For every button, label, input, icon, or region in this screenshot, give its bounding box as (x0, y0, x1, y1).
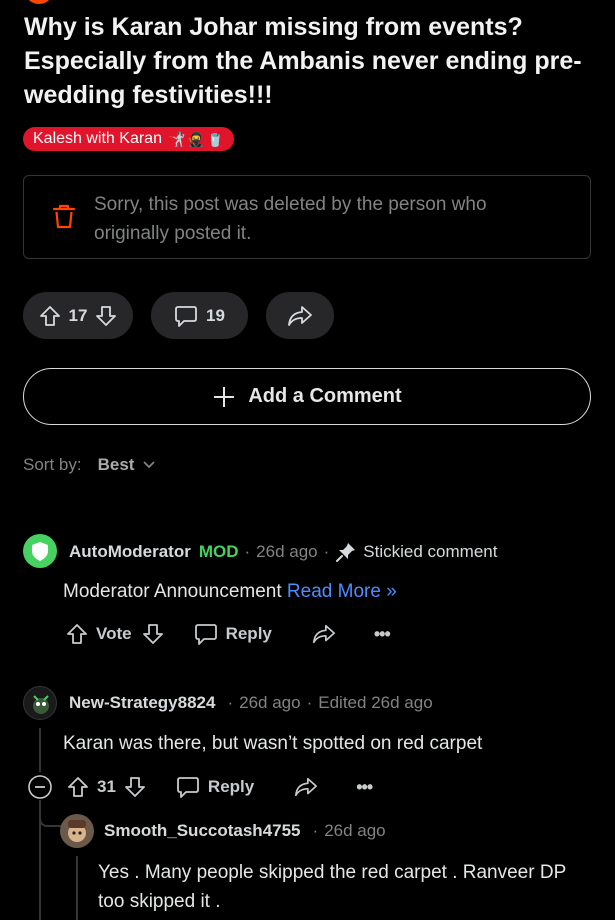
flair-emojis: 🤺 🥷 🥤 (168, 127, 224, 151)
sort-label: Sort by: (23, 455, 82, 474)
reply-bubble-icon (194, 624, 217, 645)
comment-body: Yes . Many people skipped the red carpet… (98, 862, 566, 912)
comment-actions: 31 Reply ••• (27, 774, 373, 800)
comment-bubble-icon (175, 305, 197, 327)
add-comment-label: Add a Comment (248, 385, 402, 407)
chevron-down-icon (143, 461, 156, 469)
flair-emoji-fencer: 🤺 (167, 131, 186, 147)
user-avatar-icon (33, 695, 49, 714)
subreddit-avatar[interactable] (24, 0, 54, 4)
comment-age: 26d ago (256, 542, 318, 561)
trash-icon (52, 204, 76, 229)
comment-username[interactable]: New-Strategy8824 (69, 693, 215, 713)
comment-username[interactable]: Smooth_Succotash4755 (104, 821, 301, 841)
vote-button[interactable]: Vote (66, 623, 132, 645)
read-more-link[interactable]: Read More » (287, 581, 397, 602)
plus-icon (214, 386, 235, 407)
share-icon[interactable] (312, 623, 336, 645)
separator-dot: · (306, 693, 313, 712)
comment-age: 26d ago (239, 693, 301, 712)
comments-button[interactable]: 19 (151, 292, 248, 339)
sort-value: Best (97, 455, 135, 474)
more-options-icon[interactable]: ••• (356, 777, 373, 798)
upvote-icon[interactable] (39, 305, 61, 327)
vote-label: Vote (96, 624, 132, 643)
comment-username[interactable]: AutoModerator (69, 542, 191, 562)
vote-count: 31 (97, 777, 116, 796)
pin-icon (336, 543, 356, 562)
avatar[interactable] (60, 814, 94, 848)
avatar[interactable] (23, 534, 57, 568)
comment-count: 19 (206, 305, 225, 325)
add-comment-button[interactable]: Add a Comment (23, 368, 591, 425)
mod-badge: MOD (198, 542, 239, 561)
shield-icon (32, 542, 48, 561)
vote-bar: 31 (67, 776, 146, 798)
user-avatar-icon (68, 820, 86, 842)
thread-line[interactable] (76, 856, 78, 920)
comment-age: 26d ago (324, 821, 386, 840)
deleted-post-notice: Sorry, this post was deleted by the pers… (23, 175, 591, 259)
comment-header: Smooth_Succotash4755 · 26d ago (104, 821, 386, 841)
reply-bubble-icon (177, 777, 199, 798)
flair-emoji-drink: 🥤 (206, 131, 225, 147)
stickied-label: Stickied comment (363, 542, 498, 561)
downvote-icon[interactable] (95, 305, 117, 327)
separator-dot: · (312, 821, 319, 840)
comment-text: Moderator Announcement (63, 581, 282, 602)
comment-header: AutoModerator MOD · 26d ago · Stickied c… (69, 541, 497, 563)
reply-label: Reply (207, 777, 255, 796)
flair-label: Kalesh with Karan (33, 130, 162, 147)
downvote-icon[interactable] (142, 623, 164, 645)
post-vote-count: 17 (68, 305, 88, 325)
share-button[interactable] (266, 292, 334, 339)
separator-dot: · (244, 542, 251, 561)
thread-line[interactable] (39, 728, 41, 772)
edited-label: Edited 26d ago (318, 693, 433, 712)
reply-label: Reply (225, 624, 272, 643)
avatar[interactable] (23, 686, 57, 720)
more-options-icon[interactable]: ••• (374, 624, 391, 645)
sort-dropdown[interactable]: Sort by: Best (23, 455, 156, 475)
upvote-icon[interactable] (66, 623, 88, 645)
share-icon[interactable] (294, 776, 318, 798)
post-vote-bar: 17 (23, 292, 133, 339)
downvote-icon[interactable] (124, 776, 146, 798)
separator-dot: · (323, 542, 330, 561)
separator-dot: · (227, 693, 234, 712)
collapse-icon[interactable] (27, 774, 53, 800)
reply-button[interactable]: Reply (194, 622, 272, 646)
comment-header: New-Strategy8824 · 26d ago · Edited 26d … (69, 693, 433, 713)
share-icon (288, 305, 312, 326)
flair-emoji-ninja: 🥷 (187, 131, 205, 147)
upvote-icon[interactable] (67, 776, 89, 798)
post-flair[interactable]: Kalesh with Karan 🤺 🥷 🥤 (23, 127, 235, 151)
post-title: Why is Karan Johar missing from events? … (24, 13, 582, 109)
deleted-message: Sorry, this post was deleted by the pers… (94, 194, 487, 244)
comment-body: Karan was there, but wasn’t spotted on r… (63, 733, 483, 754)
comment-actions: Vote Reply ••• (66, 622, 391, 646)
comment-body: Moderator Announcement Read More » (63, 577, 397, 606)
reply-button[interactable]: Reply (176, 775, 254, 799)
